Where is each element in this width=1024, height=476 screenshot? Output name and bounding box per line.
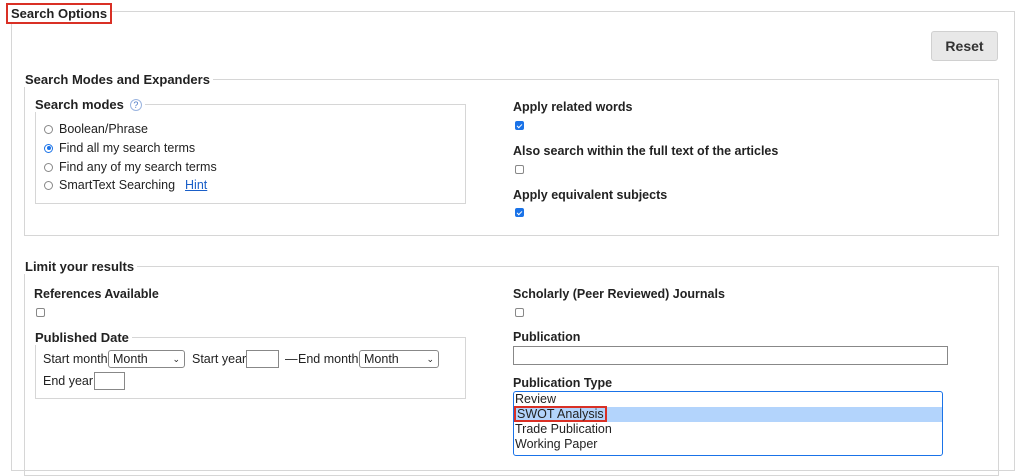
references-available-checkbox[interactable] — [36, 308, 45, 317]
date-separator: — — [285, 352, 298, 366]
search-options-title: Search Options — [6, 3, 113, 24]
publication-type-label: Publication Type — [513, 376, 613, 390]
publication-input[interactable] — [513, 346, 948, 365]
radio-label: Boolean/Phrase — [59, 122, 148, 136]
modes-expanders-legend: Search Modes and Expanders — [22, 72, 213, 87]
scholarly-journals-label: Scholarly (Peer Reviewed) Journals — [513, 287, 725, 301]
related-words-checkbox[interactable] — [515, 121, 524, 130]
radio-smarttext-searching[interactable]: SmartText Searching Hint — [44, 178, 207, 192]
end-year-label: End year: — [43, 374, 97, 388]
search-modes-legend: Search modes ? — [32, 97, 145, 112]
chevron-down-icon: ⌄ — [172, 353, 180, 364]
scholarly-journals-checkbox[interactable] — [515, 308, 524, 317]
equivalent-subjects-label: Apply equivalent subjects — [513, 188, 668, 202]
reset-button[interactable]: Reset — [931, 31, 998, 61]
search-modes-label: Search modes — [35, 97, 124, 112]
start-month-value: Month — [113, 352, 148, 366]
question-icon[interactable]: ? — [129, 98, 142, 111]
published-date-legend: Published Date — [32, 330, 132, 345]
radio-boolean-phrase[interactable]: Boolean/Phrase — [44, 122, 148, 136]
full-text-label: Also search within the full text of the … — [513, 144, 779, 158]
list-item-selected[interactable]: SWOT Analysis — [514, 406, 942, 422]
radio-label: SmartText Searching — [59, 178, 176, 192]
list-item[interactable]: Trade Publication — [514, 422, 942, 437]
start-year-input[interactable] — [246, 350, 279, 368]
radio-icon[interactable] — [44, 180, 53, 190]
start-month-label: Start month: — [43, 352, 112, 366]
radio-icon[interactable] — [44, 143, 53, 153]
radio-find-any-terms[interactable]: Find any of my search terms — [44, 160, 217, 174]
list-item[interactable]: Working Paper — [514, 437, 942, 452]
radio-label: Find any of my search terms — [59, 160, 217, 174]
chevron-down-icon: ⌄ — [426, 353, 434, 364]
limit-results-legend: Limit your results — [22, 259, 138, 274]
end-month-value: Month — [364, 352, 399, 366]
full-text-checkbox[interactable] — [515, 165, 524, 174]
hint-link[interactable]: Hint — [185, 178, 207, 192]
list-item[interactable]: Review — [514, 392, 942, 407]
equivalent-subjects-checkbox[interactable] — [515, 208, 524, 217]
selected-option-label: SWOT Analysis — [514, 406, 607, 422]
publication-type-listbox[interactable]: Review SWOT Analysis Trade Publication W… — [513, 391, 943, 456]
references-available-label: References Available — [34, 287, 159, 301]
radio-find-all-terms[interactable]: Find all my search terms — [44, 141, 195, 155]
start-year-label: Start year: — [192, 352, 250, 366]
related-words-label: Apply related words — [513, 100, 633, 114]
publication-label: Publication — [513, 330, 581, 344]
end-month-select[interactable]: Month ⌄ — [359, 350, 439, 368]
end-month-label: End month: — [298, 352, 362, 366]
start-month-select[interactable]: Month ⌄ — [108, 350, 185, 368]
radio-icon[interactable] — [44, 124, 53, 134]
end-year-input[interactable] — [94, 372, 125, 390]
radio-icon[interactable] — [44, 162, 53, 172]
radio-label: Find all my search terms — [59, 141, 196, 155]
